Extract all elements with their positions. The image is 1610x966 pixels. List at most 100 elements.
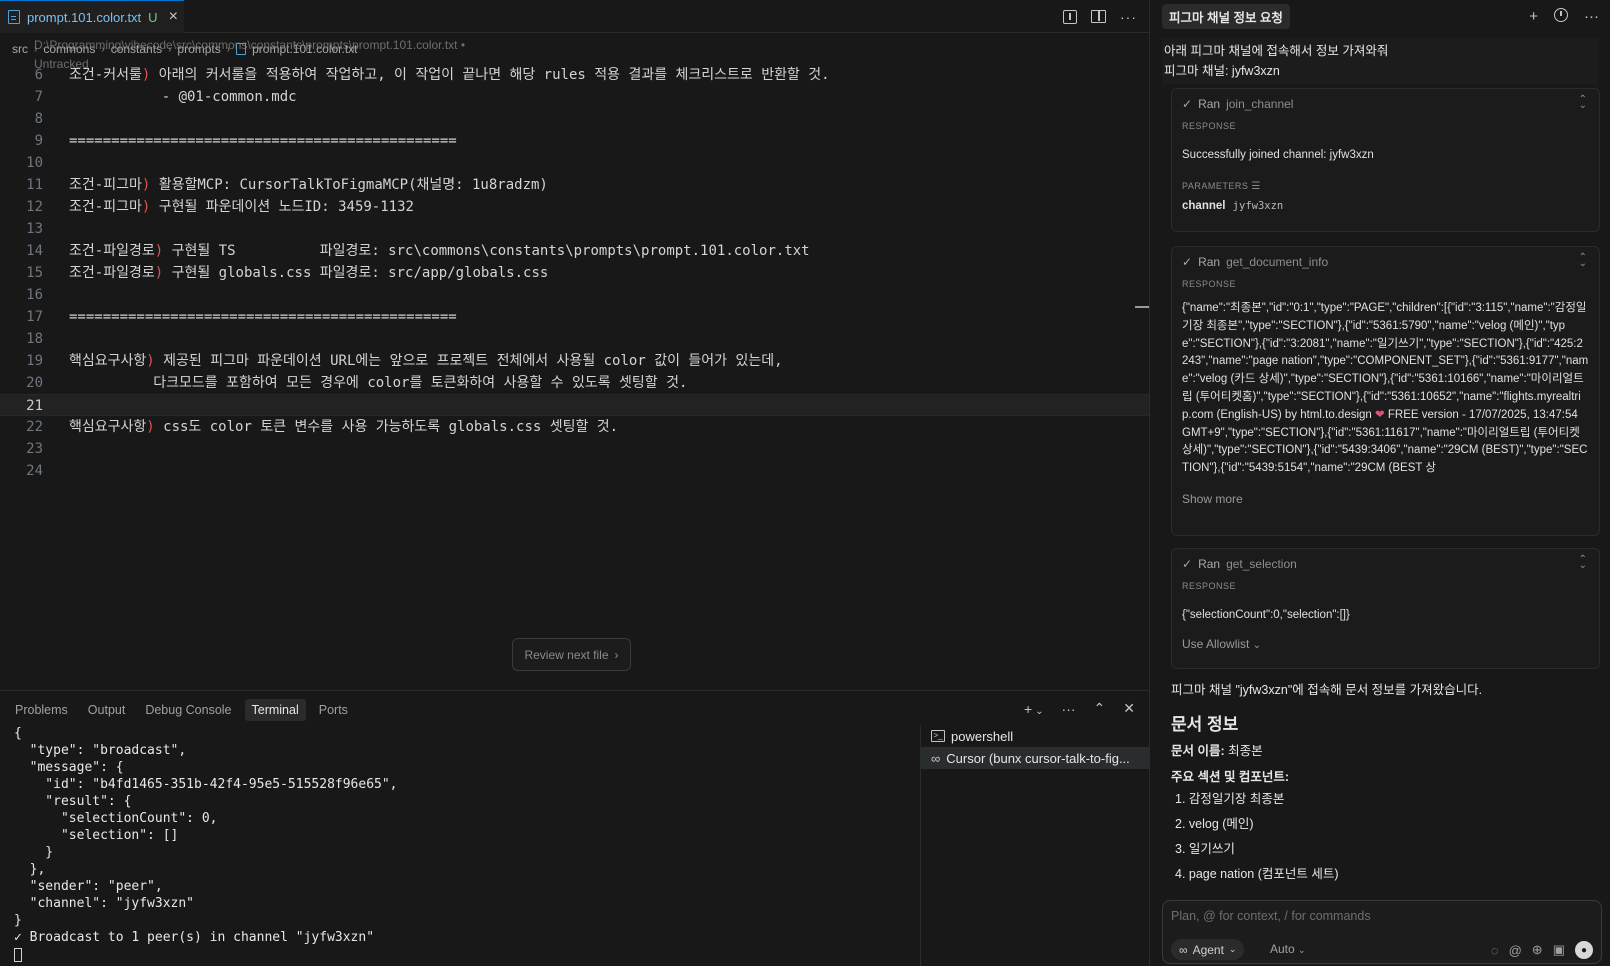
chat-input[interactable] [1171,907,1591,925]
terminal-line: }, [14,862,46,877]
history-icon[interactable] [1554,8,1568,22]
doc-name-label: 문서 이름: [1171,744,1225,758]
code-line[interactable]: 24 [0,460,1149,482]
breadcrumb-item[interactable]: src [12,42,28,56]
code-editor[interactable]: 6 조건-커서룰) 아래의 커서룰을 적용하여 작업하고, 이 작업이 끝나면 해… [0,64,1149,482]
split-editor-icon[interactable] [1091,10,1106,23]
line-content: 다크모드를 포함하여 모든 경우에 color를 토큰화하여 사용할 수 있도록… [69,375,688,391]
code-line[interactable]: 12 조건-피그마) 구현될 파운데이션 노드ID: 3459-1132 [0,196,1149,218]
code-line[interactable]: 22 핵심요구사항) css도 color 토큰 변수를 사용 가능하도록 glo… [0,416,1149,438]
tab-output[interactable]: Output [81,699,133,721]
maximize-panel-icon[interactable]: ⌃ [1094,700,1106,717]
tool-status: Ran [1198,97,1221,111]
code-line[interactable]: 8 [0,108,1149,130]
user-message[interactable]: 아래 피그마 채널에 접속해서 정보 가져와줘 피그마 채널: jyfw3xzn [1162,38,1598,84]
mention-icon[interactable]: @ [1509,943,1522,958]
check-icon: ✓ [1182,557,1193,571]
tool-response: Successfully joined channel: jyfw3xzn [1182,149,1374,161]
param-key: channel [1182,200,1226,212]
terminal-list: >_ powershell ∞ Cursor (bunx cursor-talk… [920,725,1149,966]
expand-collapse-icon[interactable]: ⌃ ⌄ [1579,95,1587,111]
line-content: 아래의 커서룰을 적용하여 작업하고, 이 작업이 끝나면 해당 rules 적… [150,67,830,83]
line-content: 구현될 globals.css 파일경로: src/app/globals.cs… [163,265,549,281]
tool-header[interactable]: ✓ Ran get_selection [1172,549,1599,579]
line-text: ========================================… [69,130,457,152]
code-line[interactable]: 14 조건-파일경로) 구현될 TS 파일경로: src\commons\cons… [0,240,1149,262]
terminal-line: "message": { [14,760,124,775]
globe-icon[interactable]: ⊕ [1532,942,1543,958]
tab-prompt-file[interactable]: prompt.101.color.txt U × [0,0,184,33]
list-item: 4. page nation (컴포넌트 세트) [1175,867,1339,881]
show-more-button[interactable]: Show more [1172,492,1599,506]
code-line[interactable]: 13 [0,218,1149,240]
composer-actions: ◌ @ ⊕ ▣ ● [1491,941,1593,959]
chat-tab-title[interactable]: 피그마 채널 정보 요청 [1162,4,1290,29]
more-actions-icon[interactable]: ··· [1120,9,1137,25]
line-content: 활용할MCP: CursorTalkToFigmaMCP(채널명: 1u8rad… [150,177,548,193]
terminal-prompt[interactable] [14,946,914,963]
tool-header[interactable]: ✓ Ran join_channel [1172,89,1599,119]
close-icon[interactable]: × [169,9,178,25]
line-content: ========================================… [69,133,457,149]
terminal-item-cursor[interactable]: ∞ Cursor (bunx cursor-talk-to-fig... [921,747,1149,769]
code-line[interactable]: 18 [0,328,1149,350]
model-selector[interactable]: Auto ⌄ [1270,942,1306,956]
code-line[interactable]: 9 =======================================… [0,130,1149,152]
app-window: prompt.101.color.txt U × ··· src › commo… [0,0,1610,966]
code-line[interactable]: 11 조건-피그마) 활용할MCP: CursorTalkToFigmaMCP(채… [0,174,1149,196]
line-text: 핵심요구사항) css도 color 토큰 변수를 사용 가능하도록 globa… [69,416,618,438]
code-line[interactable]: 10 [0,152,1149,174]
code-line[interactable]: 15 조건-파일경로) 구현될 globals.css 파일경로: src/app… [0,262,1149,284]
tab-terminal[interactable]: Terminal [244,699,306,721]
panel-actions: + ⌄ ··· ⌃ ✕ [1024,700,1135,717]
line-number: 7 [34,89,43,105]
new-terminal-icon[interactable]: + ⌄ [1024,701,1044,717]
code-line[interactable]: 19 핵심요구사항) 제공된 피그마 파운데이션 URL에는 앞으로 프로젝트 전… [0,350,1149,372]
terminal-line: "result": { [14,794,132,809]
review-next-file-button[interactable]: Review next file › [512,638,631,671]
heart-icon: ❤ [1375,408,1385,421]
list-icon: ☰ [1251,181,1261,192]
list-item: 3. 일기쓰기 [1175,842,1235,856]
response-label: RESPONSE [1182,121,1237,131]
image-icon[interactable]: ▣ [1553,942,1565,958]
tool-call-get-document-info: ✓ Ran get_document_info ⌃ ⌄ RESPONSE {"na… [1171,246,1600,536]
tab-problems[interactable]: Problems [8,699,75,721]
line-number: 8 [34,111,43,127]
code-line[interactable]: 17 ======================================… [0,306,1149,328]
code-line[interactable]: 23 [0,438,1149,460]
tool-header[interactable]: ✓ Ran get_document_info [1172,247,1599,277]
expand-collapse-icon[interactable]: ⌃ ⌄ [1579,555,1587,571]
tool-status: Ran [1198,557,1221,571]
more-icon[interactable]: ··· [1584,8,1599,25]
terminal-label: Cursor (bunx cursor-talk-to-fig... [946,750,1130,766]
chevron-right-icon: › [614,647,619,662]
code-line[interactable]: 16 [0,284,1149,306]
editor-actions: ··· [1063,0,1137,33]
line-text: - @01-common.mdc [69,86,297,108]
bottom-panel: Problems Output Debug Console Terminal P… [0,690,1149,966]
close-panel-icon[interactable]: ✕ [1123,700,1135,717]
code-line[interactable]: 21 [0,394,1149,416]
line-number: 19 [26,353,43,369]
expand-collapse-icon[interactable]: ⌃ ⌄ [1579,253,1587,269]
code-line[interactable]: 20 다크모드를 포함하여 모든 경우에 color를 토큰화하여 사용할 수 … [0,372,1149,394]
file-icon [8,10,20,24]
use-allowlist-button[interactable]: Use Allowlist ⌄ [1172,637,1599,651]
tab-ports[interactable]: Ports [312,699,355,721]
tab-debug-console[interactable]: Debug Console [138,699,238,721]
terminal-output[interactable]: { "type": "broadcast", "message": { "id"… [14,725,914,963]
code-line[interactable]: 7 - @01-common.mdc [0,86,1149,108]
keyword-paren: ) [146,353,155,369]
line-number: 13 [26,221,43,237]
agent-mode-selector[interactable]: ∞ Agent ⌄ [1171,939,1245,960]
more-icon[interactable]: ··· [1062,701,1076,717]
new-chat-icon[interactable]: + [1529,8,1538,25]
terminal-item-powershell[interactable]: >_ powershell [921,725,1149,747]
tool-name: get_selection [1226,557,1297,571]
code-line[interactable]: 6 조건-커서룰) 아래의 커서룰을 적용하여 작업하고, 이 작업이 끝나면 해… [0,64,1149,86]
line-content: css도 color 토큰 변수를 사용 가능하도록 globals.css 셋… [154,419,619,435]
line-number: 21 [26,398,43,414]
microphone-icon[interactable]: ● [1575,941,1593,959]
open-changes-icon[interactable] [1063,9,1077,24]
